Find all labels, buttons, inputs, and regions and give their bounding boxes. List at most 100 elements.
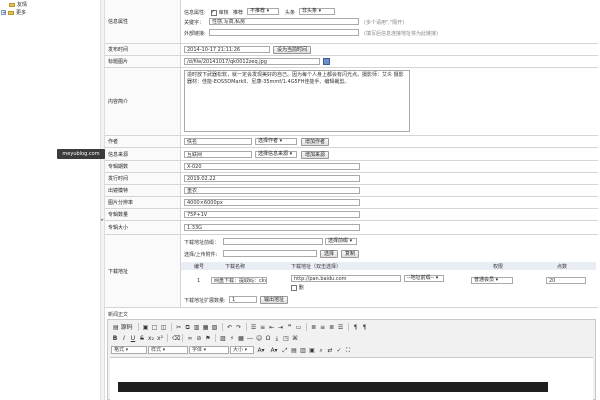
align-right-icon[interactable]: ≣ [328,323,336,331]
image-picker-icon[interactable] [323,58,330,65]
count-input[interactable]: 75P+1V [184,211,360,218]
outdent-icon[interactable]: ⇤ [268,323,276,331]
iframe-icon[interactable]: ◳ [282,334,290,342]
release-date-input[interactable]: 2019.02.22 [184,175,360,182]
editor-content[interactable] [110,357,593,400]
permission-select[interactable]: 普通会员 ▾ [471,277,513,284]
code-icon[interactable]: ⌘ [291,334,299,342]
redo-icon[interactable]: ↷ [235,323,243,331]
indent-icon[interactable]: ⇥ [277,323,285,331]
add-author-button[interactable]: 增加作者 [301,138,330,146]
save-icon[interactable]: ▣ [142,323,150,331]
url-prefix-select[interactable]: --地址前缀-- ▾ [404,275,444,282]
undo-icon[interactable]: ↶ [226,323,234,331]
resolution-input[interactable]: 4000×6000px [184,199,360,206]
blockquote-icon[interactable]: ❞ [286,323,294,331]
prefix-input[interactable] [223,238,323,245]
ltr-icon[interactable]: ¶ [352,323,360,331]
spellcheck-icon[interactable]: ✓ [335,346,343,354]
author-select[interactable]: 选择作者 ▾ [255,138,297,145]
audit-checkbox-wrap[interactable]: 审核 [211,9,229,16]
align-center-icon[interactable]: ≡ [319,323,327,331]
numbered-list-icon[interactable]: ☰ [250,323,258,331]
source-input[interactable]: 互联网 [184,151,252,158]
bg-color-icon[interactable]: A▾ [268,346,280,354]
tree-item-more[interactable]: + 更多 [1,9,26,16]
select-all-icon[interactable]: ▣ [308,346,316,354]
show-blocks-icon[interactable]: ▤ [290,346,298,354]
author-input[interactable]: 佚名 [184,138,252,145]
output-address-button[interactable]: 输出地址 [260,296,289,304]
download-name-input[interactable]: 网盘下载：提取码：ckv [211,277,267,284]
copy-button[interactable]: 复制 [341,250,360,258]
smiley-icon[interactable]: ☺ [255,334,263,342]
format-combo[interactable]: 格式 ▾ [111,346,147,354]
audit-checkbox[interactable] [211,9,217,16]
text-color-icon[interactable]: A▾ [255,346,267,354]
tree-item-friend[interactable]: 友情 [1,1,27,8]
fullscreen-icon[interactable]: ⛶ [344,346,352,354]
find-icon[interactable]: ⌕ [317,346,325,354]
toolbar-separator [245,323,247,331]
outlink-input[interactable] [209,29,359,36]
rtl-icon[interactable]: ¶ [361,323,369,331]
div-icon[interactable]: ▭ [295,323,303,331]
title-image-input[interactable]: /d/file/20141017/qk0012zeq.jpg [184,58,320,65]
replace-icon[interactable]: ⇄ [326,346,334,354]
size-combo[interactable]: 大小 ▾ [230,346,254,354]
subscript-icon[interactable]: x₂ [147,334,155,342]
underline-icon[interactable]: U [129,334,137,342]
maximize-icon[interactable]: ⤢ [281,346,289,354]
add-source-button[interactable]: 增加来源 [301,151,330,159]
paste-word-icon[interactable]: ▧ [211,323,219,331]
template-icon[interactable]: ▥ [299,346,307,354]
superscript-icon[interactable]: x² [156,334,164,342]
anchor-icon[interactable]: ⚑ [204,334,212,342]
unlink-icon[interactable]: ⊘ [195,334,203,342]
points-input[interactable]: 20 [546,277,586,284]
flash-icon[interactable]: ⚡ [228,334,236,342]
source-button[interactable]: ▤ 源码 [111,323,135,331]
horizontal-line-icon[interactable]: ― [246,334,254,342]
cut-icon[interactable]: ✂ [175,323,183,331]
page-break-icon[interactable]: ⤓ [273,334,281,342]
strike-icon[interactable]: S [138,334,146,342]
field-label: 专辑期数 [105,161,181,172]
paste-icon[interactable]: ▥ [193,323,201,331]
bulleted-list-icon[interactable]: ≡ [259,323,267,331]
link-icon[interactable]: ∞ [186,334,194,342]
set-current-time-button[interactable]: 设为当前时间 [273,46,312,54]
paste-text-icon[interactable]: ▦ [202,323,210,331]
keyword-input[interactable]: 性感,写真,私房 [209,18,359,25]
delete-checkbox-wrap[interactable]: 删 [291,284,304,291]
issue-input[interactable]: X-020 [184,163,360,170]
bold-icon[interactable]: B [111,334,119,342]
recommend-select[interactable]: 不推荐 ▾ [247,8,279,15]
delete-checkbox[interactable] [291,284,297,291]
new-page-icon[interactable]: □ [151,323,159,331]
expand-icon[interactable]: + [1,10,6,16]
image-icon[interactable]: ▨ [219,334,227,342]
field-label: 内容简介 [105,68,181,135]
table-icon[interactable]: ▦ [237,334,245,342]
remove-format-icon[interactable]: ⌫ [171,334,180,342]
preview-icon[interactable]: ◫ [160,323,168,331]
size-input[interactable]: 1.33G [184,224,360,231]
choose-button[interactable]: 选择 [320,250,339,258]
model-input[interactable]: 重衣 [184,187,360,194]
summary-textarea[interactable]: 造时放下武器松软，就一定会发现美好的自己。因为每个人身上都会有闪光点。摄影师：艾… [184,70,410,132]
download-url-input[interactable]: http://pan.baidu.com [291,275,401,282]
style-combo[interactable]: 样式 ▾ [148,346,188,354]
align-left-icon[interactable]: ≣ [310,323,318,331]
special-char-icon[interactable]: Ω [264,334,272,342]
attachment-input[interactable] [223,250,317,257]
headline-select[interactable]: 非头条 ▾ [299,8,335,15]
justify-icon[interactable]: ☰ [337,323,345,331]
source-select[interactable]: 选择信息来源 ▾ [255,151,297,158]
publish-time-input[interactable]: 2014-10-17 21:11:26 [184,46,270,53]
font-combo[interactable]: 字体 ▾ [189,346,229,354]
copy-icon[interactable]: ⧉ [184,323,192,331]
extend-count-input[interactable]: 1 [229,296,257,303]
prefix-select[interactable]: 选择前缀 ▾ [325,238,357,245]
italic-icon[interactable]: I [120,334,128,342]
